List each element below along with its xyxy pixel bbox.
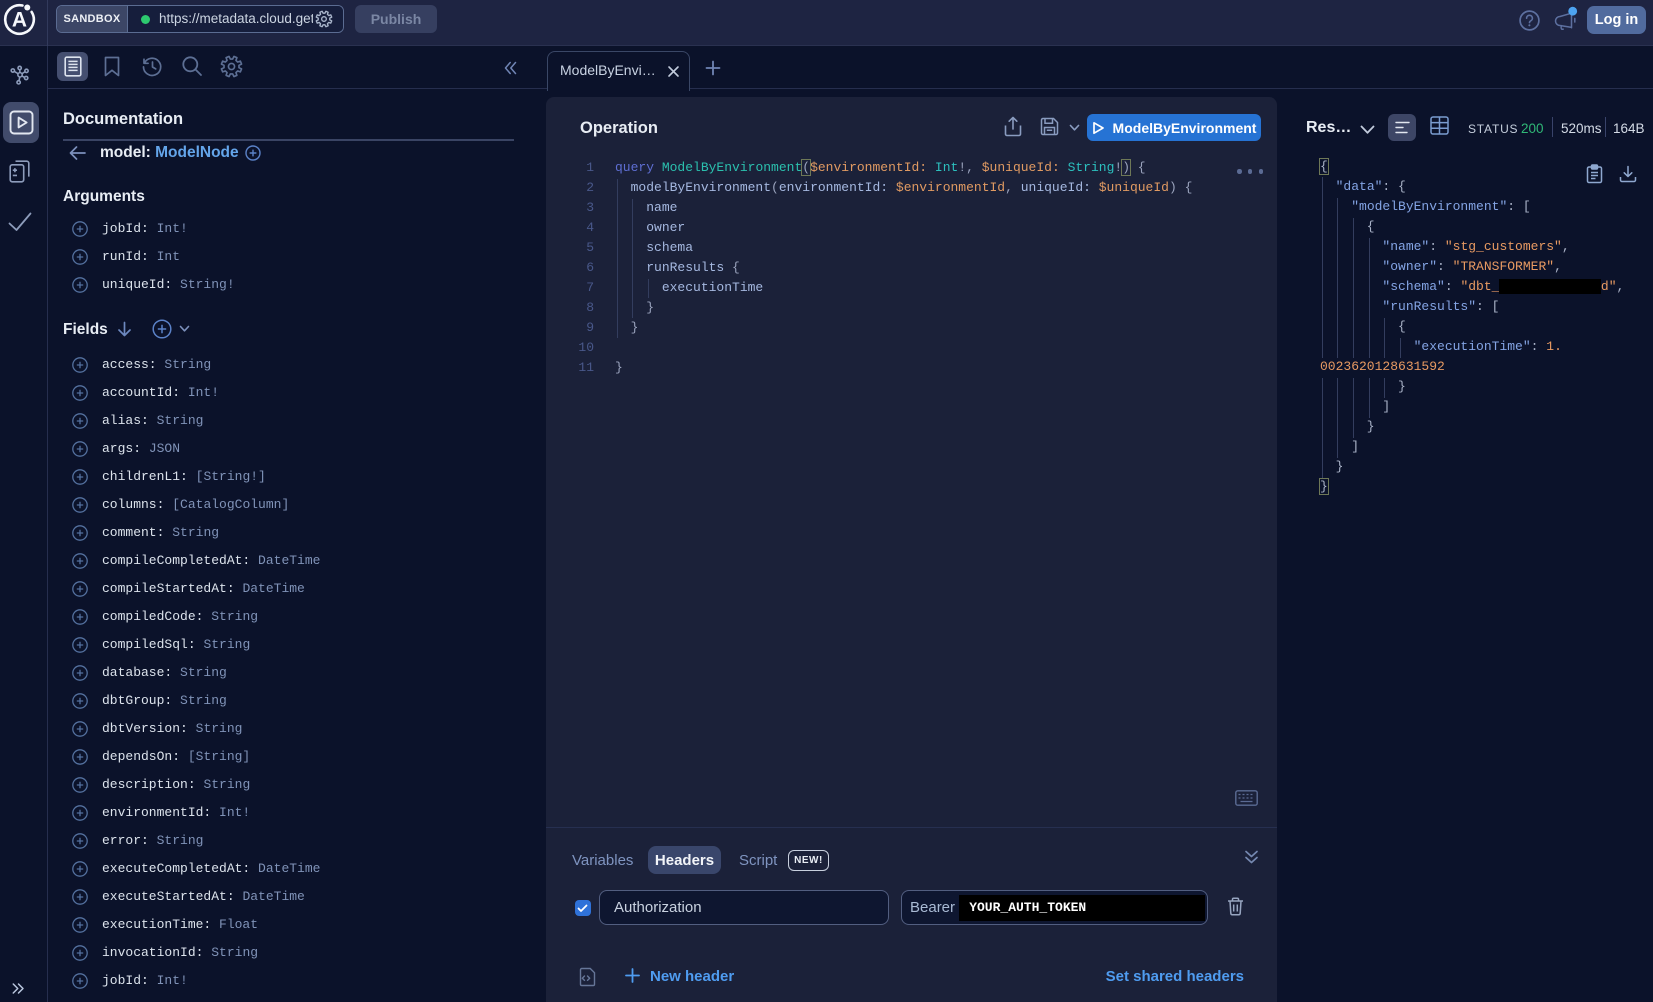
svg-text:A: A [12, 9, 27, 32]
